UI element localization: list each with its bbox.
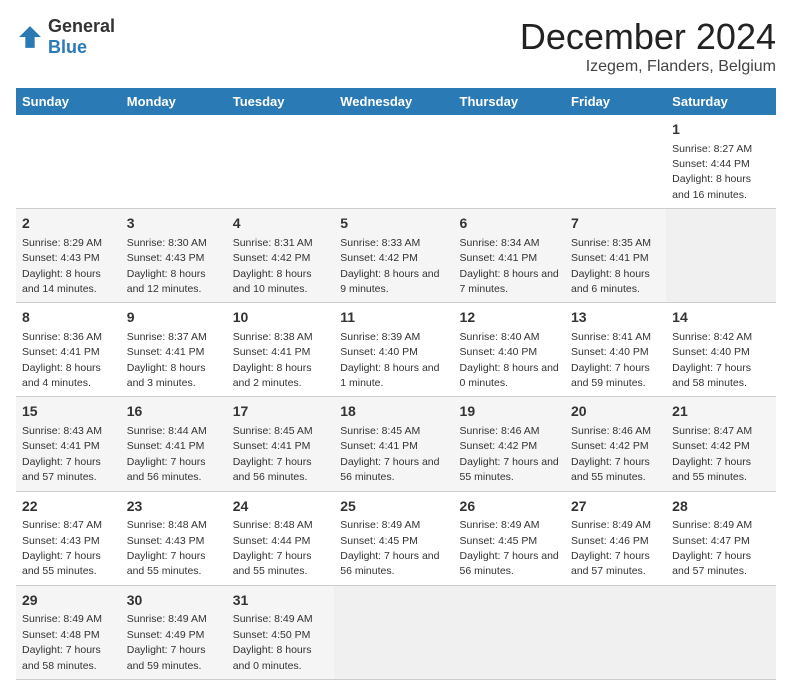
- calendar-cell: 29Sunrise: 8:49 AMSunset: 4:48 PMDayligh…: [16, 585, 121, 679]
- calendar-cell: 12Sunrise: 8:40 AMSunset: 4:40 PMDayligh…: [454, 303, 565, 397]
- column-header-row: SundayMondayTuesdayWednesdayThursdayFrid…: [16, 88, 776, 115]
- calendar-cell: [666, 585, 776, 679]
- calendar-cell: 16Sunrise: 8:44 AMSunset: 4:41 PMDayligh…: [121, 397, 227, 491]
- calendar-cell: 17Sunrise: 8:45 AMSunset: 4:41 PMDayligh…: [227, 397, 335, 491]
- calendar-cell: [454, 585, 565, 679]
- calendar-cell: [16, 115, 121, 209]
- calendar-cell: 30Sunrise: 8:49 AMSunset: 4:49 PMDayligh…: [121, 585, 227, 679]
- column-header-tuesday: Tuesday: [227, 88, 335, 115]
- logo-blue-text: Blue: [48, 37, 87, 57]
- calendar-cell: [565, 585, 666, 679]
- calendar-cell: 2Sunrise: 8:29 AMSunset: 4:43 PMDaylight…: [16, 209, 121, 303]
- calendar-cell: 14Sunrise: 8:42 AMSunset: 4:40 PMDayligh…: [666, 303, 776, 397]
- calendar-title: December 2024: [520, 16, 776, 58]
- calendar-cell: 22Sunrise: 8:47 AMSunset: 4:43 PMDayligh…: [16, 491, 121, 585]
- calendar-cell: 4Sunrise: 8:31 AMSunset: 4:42 PMDaylight…: [227, 209, 335, 303]
- calendar-cell: [454, 115, 565, 209]
- calendar-week-row: 15Sunrise: 8:43 AMSunset: 4:41 PMDayligh…: [16, 397, 776, 491]
- calendar-cell: [227, 115, 335, 209]
- calendar-week-row: 22Sunrise: 8:47 AMSunset: 4:43 PMDayligh…: [16, 491, 776, 585]
- calendar-cell: 3Sunrise: 8:30 AMSunset: 4:43 PMDaylight…: [121, 209, 227, 303]
- calendar-cell: 9Sunrise: 8:37 AMSunset: 4:41 PMDaylight…: [121, 303, 227, 397]
- calendar-cell: 5Sunrise: 8:33 AMSunset: 4:42 PMDaylight…: [334, 209, 453, 303]
- header: General Blue December 2024 Izegem, Fland…: [16, 16, 776, 76]
- title-area: December 2024 Izegem, Flanders, Belgium: [520, 16, 776, 76]
- column-header-monday: Monday: [121, 88, 227, 115]
- calendar-cell: 31Sunrise: 8:49 AMSunset: 4:50 PMDayligh…: [227, 585, 335, 679]
- calendar-subtitle: Izegem, Flanders, Belgium: [520, 58, 776, 76]
- calendar-cell: [121, 115, 227, 209]
- calendar-cell: 20Sunrise: 8:46 AMSunset: 4:42 PMDayligh…: [565, 397, 666, 491]
- calendar-cell: 21Sunrise: 8:47 AMSunset: 4:42 PMDayligh…: [666, 397, 776, 491]
- column-header-thursday: Thursday: [454, 88, 565, 115]
- calendar-cell: 28Sunrise: 8:49 AMSunset: 4:47 PMDayligh…: [666, 491, 776, 585]
- calendar-week-row: 2Sunrise: 8:29 AMSunset: 4:43 PMDaylight…: [16, 209, 776, 303]
- column-header-friday: Friday: [565, 88, 666, 115]
- calendar-cell: [334, 115, 453, 209]
- calendar-cell: 11Sunrise: 8:39 AMSunset: 4:40 PMDayligh…: [334, 303, 453, 397]
- calendar-cell: 6Sunrise: 8:34 AMSunset: 4:41 PMDaylight…: [454, 209, 565, 303]
- calendar-cell: [666, 209, 776, 303]
- calendar-cell: [334, 585, 453, 679]
- logo-general-text: General: [48, 16, 115, 36]
- column-header-wednesday: Wednesday: [334, 88, 453, 115]
- column-header-sunday: Sunday: [16, 88, 121, 115]
- calendar-week-row: 29Sunrise: 8:49 AMSunset: 4:48 PMDayligh…: [16, 585, 776, 679]
- calendar-week-row: 1Sunrise: 8:27 AMSunset: 4:44 PMDaylight…: [16, 115, 776, 209]
- calendar-cell: 26Sunrise: 8:49 AMSunset: 4:45 PMDayligh…: [454, 491, 565, 585]
- calendar-cell: 23Sunrise: 8:48 AMSunset: 4:43 PMDayligh…: [121, 491, 227, 585]
- calendar-week-row: 8Sunrise: 8:36 AMSunset: 4:41 PMDaylight…: [16, 303, 776, 397]
- logo-icon: [16, 23, 44, 51]
- calendar-cell: 7Sunrise: 8:35 AMSunset: 4:41 PMDaylight…: [565, 209, 666, 303]
- calendar-cell: 27Sunrise: 8:49 AMSunset: 4:46 PMDayligh…: [565, 491, 666, 585]
- calendar-cell: 10Sunrise: 8:38 AMSunset: 4:41 PMDayligh…: [227, 303, 335, 397]
- calendar-cell: 13Sunrise: 8:41 AMSunset: 4:40 PMDayligh…: [565, 303, 666, 397]
- logo: General Blue: [16, 16, 115, 58]
- calendar-cell: 15Sunrise: 8:43 AMSunset: 4:41 PMDayligh…: [16, 397, 121, 491]
- calendar-cell: 25Sunrise: 8:49 AMSunset: 4:45 PMDayligh…: [334, 491, 453, 585]
- calendar-cell: 19Sunrise: 8:46 AMSunset: 4:42 PMDayligh…: [454, 397, 565, 491]
- calendar-table: SundayMondayTuesdayWednesdayThursdayFrid…: [16, 88, 776, 680]
- calendar-cell: 8Sunrise: 8:36 AMSunset: 4:41 PMDaylight…: [16, 303, 121, 397]
- column-header-saturday: Saturday: [666, 88, 776, 115]
- calendar-cell: 1Sunrise: 8:27 AMSunset: 4:44 PMDaylight…: [666, 115, 776, 209]
- calendar-cell: [565, 115, 666, 209]
- calendar-cell: 18Sunrise: 8:45 AMSunset: 4:41 PMDayligh…: [334, 397, 453, 491]
- calendar-cell: 24Sunrise: 8:48 AMSunset: 4:44 PMDayligh…: [227, 491, 335, 585]
